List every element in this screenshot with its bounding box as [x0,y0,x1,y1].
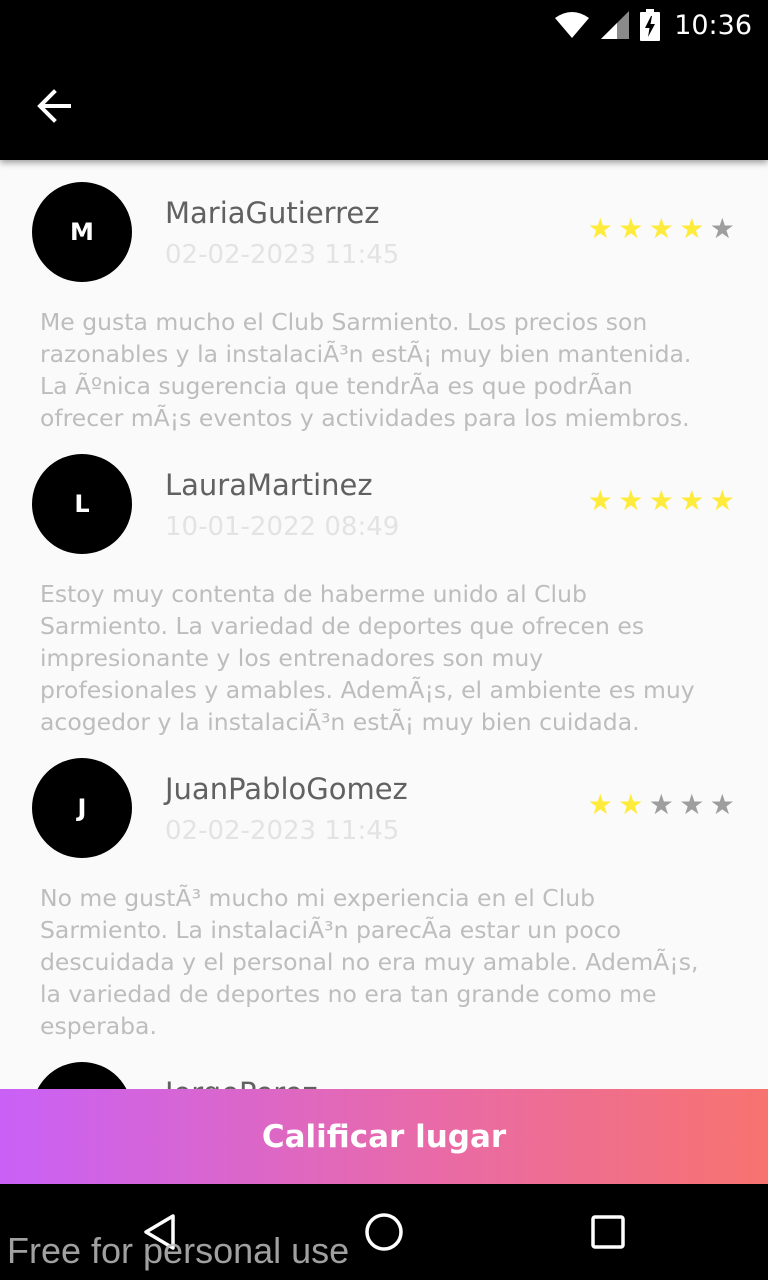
star-rating: ★ ★ ★ ★ ★ [586,790,737,820]
star-filled-icon: ★ [618,484,644,517]
star-filled-icon: ★ [587,484,613,517]
status-bar: 10:36 [0,0,768,50]
review-text: Me gusta mucho el Club Sarmiento. Los pr… [40,308,692,432]
status-icons: 10:36 [554,8,752,42]
star-empty-icon: ★ [709,212,735,245]
star-filled-icon: ★ [648,484,674,517]
star-empty-icon: ★ [679,788,705,821]
star-filled-icon: ★ [648,212,674,245]
star-rating: ★ ★ ★ ★ ★ [586,214,737,244]
back-button[interactable] [28,80,80,132]
avatar: L [32,454,132,554]
watermark-text: Free for personal use [7,1230,350,1271]
signal-icon [601,11,630,39]
nav-recents-icon [591,1215,625,1249]
star-filled-icon: ★ [618,788,644,821]
star-filled-icon: ★ [618,212,644,245]
review-date: 02-02-2023 11:45 [165,240,400,270]
review-date: 10-01-2022 08:49 [165,512,400,542]
reviewer-name: MariaGutierrez [165,196,380,230]
rate-place-button[interactable]: Calificar lugar [0,1089,768,1184]
review-text: Estoy muy contenta de haberme unido al C… [40,580,695,736]
nav-home-button[interactable] [354,1202,414,1262]
wifi-icon [555,12,590,38]
star-filled-icon: ★ [679,484,705,517]
avatar [32,1062,132,1089]
star-filled-icon: ★ [587,212,613,245]
star-filled-icon: ★ [709,484,735,517]
review-date: 02-02-2023 11:45 [165,816,400,846]
status-time: 10:36 [674,9,752,41]
nav-home-icon [365,1213,403,1251]
reviewer-name: LauraMartinez [165,468,373,502]
reviewer-name: JuanPabloGomez [165,772,408,806]
star-empty-icon: ★ [648,788,674,821]
nav-recents-button[interactable] [578,1202,638,1262]
avatar: J [32,758,132,858]
review-text: No me gustÃ³ mucho mi experiencia en el … [40,884,699,1040]
star-filled-icon: ★ [587,788,613,821]
avatar: M [32,182,132,282]
arrow-back-icon [37,89,71,123]
star-empty-icon: ★ [709,788,735,821]
review-list[interactable]: M MariaGutierrez 02-02-2023 11:45 ★ ★ ★ ★ ★ … [0,160,768,1089]
rate-place-label: Calificar lugar [261,1118,507,1155]
star-filled-icon: ★ [679,212,705,245]
battery-charging-icon [640,9,661,41]
star-rating: ★ ★ ★ ★ ★ [586,486,737,516]
app-bar [0,50,768,160]
reviewer-name: JorgePerez [165,1076,318,1089]
